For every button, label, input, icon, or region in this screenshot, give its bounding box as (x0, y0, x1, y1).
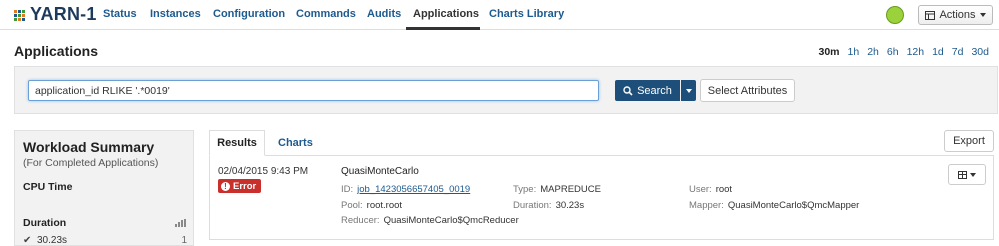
time-range-6h[interactable]: 6h (887, 46, 899, 58)
duration-value: 30.23s (37, 235, 68, 246)
result-actions-button[interactable] (948, 164, 986, 185)
top-navigation: YARN-1 Status Instances Configuration Co… (0, 0, 999, 30)
time-range-1h[interactable]: 1h (848, 46, 860, 58)
workload-summary-title: Workload Summary (23, 139, 155, 155)
page-title: Applications (14, 43, 99, 59)
search-button[interactable]: Search (615, 80, 680, 101)
result-duration-field: Duration: 30.23s (513, 200, 585, 211)
result-date: 02/04/2015 9:43 PM (218, 166, 309, 177)
duration-heading[interactable]: Duration (23, 217, 66, 229)
tab-status[interactable]: Status (103, 8, 137, 20)
bar-chart-icon[interactable] (175, 219, 186, 227)
search-icon (623, 85, 633, 96)
tab-applications[interactable]: Applications (413, 8, 479, 20)
chevron-down-icon (685, 88, 692, 93)
time-range-2h[interactable]: 2h (867, 46, 879, 58)
select-attributes-button[interactable]: Select Attributes (700, 79, 795, 102)
result-type-field: Type: MAPREDUCE (513, 184, 601, 195)
status-badge-label: Error (233, 180, 257, 192)
result-user-field: User: root (689, 184, 733, 195)
actions-label: Actions (939, 9, 976, 21)
chevron-down-icon (970, 172, 976, 177)
result-item: 02/04/2015 9:43 PM ! Error QuasiMonteCar… (209, 156, 994, 240)
workload-summary: Workload Summary (For Completed Applicat… (14, 130, 194, 246)
result-id-link[interactable]: job_1423056657405_0019 (357, 184, 470, 195)
service-grid-icon (14, 9, 25, 21)
chevron-down-icon (979, 13, 986, 17)
tab-audits[interactable]: Audits (367, 8, 401, 20)
check-icon: ✔ (23, 235, 32, 246)
actions-button[interactable]: Actions (918, 5, 993, 25)
tab-results[interactable]: Results (209, 130, 265, 156)
time-range-1d[interactable]: 1d (932, 46, 944, 58)
time-range-30d[interactable]: 30d (971, 46, 989, 58)
result-reducer-field: Reducer: QuasiMonteCarlo$QmcReducer (341, 215, 519, 226)
result-mapper-field: Mapper: QuasiMonteCarlo$QmcMapper (689, 200, 860, 211)
tab-instances[interactable]: Instances (150, 8, 201, 20)
cpu-time-heading[interactable]: CPU Time (23, 181, 72, 193)
search-panel: Search Select Attributes (14, 66, 998, 114)
brand[interactable]: YARN-1 (14, 4, 97, 25)
result-id-field: ID: job_1423056657405_0019 (341, 184, 471, 195)
workload-summary-subtitle: (For Completed Applications) (23, 157, 159, 169)
time-range-30m[interactable]: 30m (818, 46, 839, 58)
app-title: YARN-1 (30, 4, 97, 24)
tab-commands[interactable]: Commands (296, 8, 356, 20)
status-badge: ! Error (218, 179, 262, 193)
active-tab-indicator (406, 27, 480, 30)
tab-charts-library[interactable]: Charts Library (489, 8, 564, 20)
health-status-indicator[interactable] (886, 6, 904, 24)
result-pool-field: Pool: root.root (341, 200, 403, 211)
tab-charts[interactable]: Charts (278, 137, 313, 149)
time-range-selector: 30m 1h 2h 6h 12h 1d 7d 30d (810, 46, 989, 58)
search-options-dropdown[interactable] (681, 80, 696, 101)
exclamation-circle-icon: ! (221, 181, 230, 191)
query-input[interactable] (28, 80, 599, 101)
time-range-7d[interactable]: 7d (952, 46, 964, 58)
time-range-12h[interactable]: 12h (907, 46, 925, 58)
tab-configuration[interactable]: Configuration (213, 8, 285, 20)
table-icon (925, 10, 936, 20)
table-icon (958, 170, 967, 179)
duration-count: 1 (181, 235, 187, 246)
export-button[interactable]: Export (944, 130, 994, 152)
result-name: QuasiMonteCarlo (341, 166, 419, 177)
search-label: Search (637, 84, 672, 97)
